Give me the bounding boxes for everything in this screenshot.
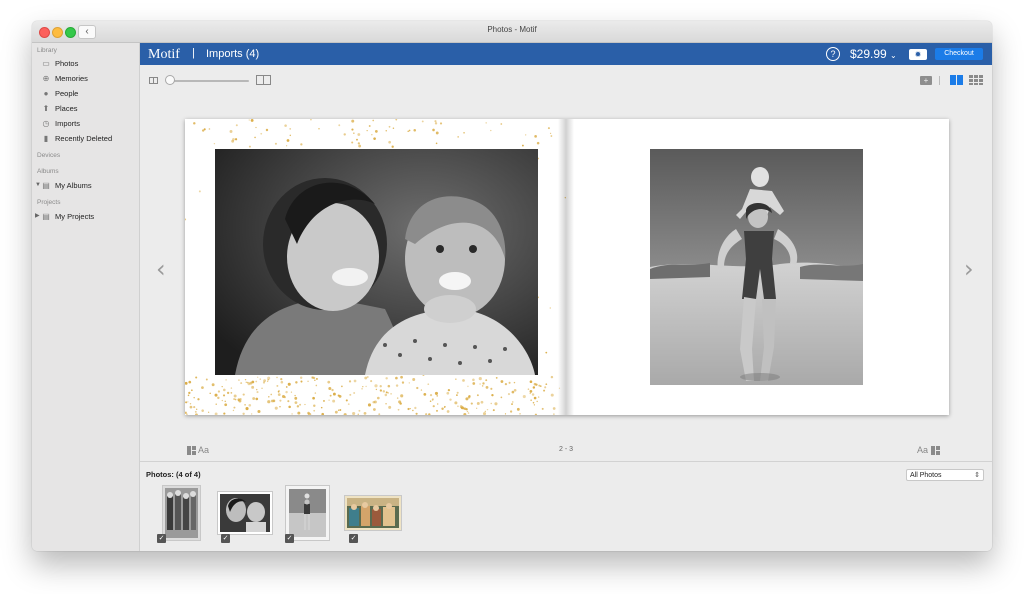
photo-thumbnail-1[interactable] [163, 486, 200, 540]
people-icon: ● [43, 89, 49, 98]
photo-thumbnail-4[interactable] [345, 496, 401, 530]
sidebar-item-memories[interactable]: ⊕ Memories [41, 72, 137, 85]
sidebar-item-recently-deleted[interactable]: ▮ Recently Deleted [41, 132, 137, 145]
layout-icon[interactable] [187, 446, 196, 456]
text-tool-button[interactable]: Aa [198, 445, 209, 455]
memories-icon: ⊕ [42, 74, 50, 83]
zoom-slider-track[interactable] [167, 80, 249, 82]
sidebar-item-people[interactable]: ● People [41, 87, 137, 100]
photo-thumbnail-3[interactable] [286, 486, 329, 540]
previous-page-arrow-icon[interactable]: ‹ [156, 255, 166, 283]
help-button[interactable]: ? [826, 47, 840, 61]
woman-on-beach-image [650, 149, 863, 385]
chevron-down-icon: ⌄ [890, 51, 897, 60]
places-icon: ⬆ [42, 104, 50, 113]
window-title: Photos - Motif [487, 25, 537, 34]
add-page-icon[interactable]: + [920, 76, 932, 85]
zoom-in-page-icon[interactable] [256, 75, 271, 85]
beach-photo[interactable] [650, 149, 863, 385]
mother-and-baby-photo[interactable] [215, 149, 538, 375]
book-canvas: ‹ › Aa 2 - 3 Aa [140, 95, 992, 461]
checkout-button[interactable]: Checkout [935, 48, 983, 60]
sidebar-header-devices: Devices [37, 152, 61, 159]
sidebar-item-label: My Albums [55, 181, 92, 190]
folder-icon: ▤ [42, 212, 50, 221]
grid-view-icon[interactable] [969, 75, 983, 85]
photo-filter-select[interactable]: All Photos ⇕ [906, 469, 984, 481]
price-dropdown[interactable]: $29.99 ⌄ [850, 47, 897, 61]
sidebar-item-label: Places [55, 104, 78, 113]
left-page-tools: Aa [187, 445, 209, 456]
left-page[interactable] [185, 119, 566, 415]
sidebar-item-places[interactable]: ⬆ Places [41, 102, 137, 115]
imports-icon: ◷ [42, 119, 50, 128]
sidebar-item-photos[interactable]: ▭ Photos [41, 57, 137, 70]
right-page-tools: Aa [917, 445, 940, 456]
sidebar-item-my-albums[interactable]: ▼ ▤ My Albums [35, 179, 137, 192]
right-page[interactable] [574, 119, 949, 415]
gear-icon: ✹ [914, 50, 922, 59]
text-tool-button[interactable]: Aa [917, 445, 928, 455]
group-photo-image [163, 486, 200, 540]
photos-panel: Photos: (4 of 4) All Photos ⇕ ✓ ✓ ✓ ✓ [140, 461, 992, 551]
photos-icon: ▭ [42, 59, 50, 68]
layout-icon[interactable] [930, 446, 940, 456]
folder-icon: ▤ [42, 181, 50, 190]
sidebar-item-label: Memories [55, 74, 88, 83]
spread-view-icon[interactable] [950, 75, 964, 85]
trash-icon: ▮ [43, 134, 49, 143]
zoom-out-page-icon[interactable] [149, 77, 158, 84]
mother-and-baby-image [215, 149, 538, 375]
book-spread [185, 119, 949, 415]
sidebar-header-albums: Albums [37, 168, 59, 175]
sidebar-item-label: My Projects [55, 212, 95, 221]
sidebar-item-label: Recently Deleted [55, 134, 113, 143]
app-window: ‹ Photos - Motif Library ▭ Photos ⊕ Memori… [32, 21, 992, 551]
photo-thumbnail-2[interactable] [218, 492, 272, 534]
sidebar-item-label: Imports [55, 119, 81, 128]
settings-button[interactable]: ✹ [909, 49, 927, 60]
book-toolbar: + [140, 65, 992, 95]
sidebar-item-label: Photos [55, 59, 79, 68]
filter-value: All Photos [910, 472, 942, 479]
family-color-thumb-image [345, 496, 401, 530]
mother-and-baby-thumb-image [218, 492, 272, 534]
sidebar-item-my-projects[interactable]: ▶ ▤ My Projects [35, 210, 137, 223]
zoom-slider-knob[interactable] [165, 75, 175, 85]
sidebar: Library ▭ Photos ⊕ Memories ● People ⬆ Place… [32, 43, 140, 551]
price-label: $29.99 [850, 47, 887, 61]
disclosure-closed-icon[interactable]: ▶ [35, 210, 40, 223]
checkbox-icon[interactable]: ✓ [157, 534, 166, 543]
beach-thumb-image [286, 486, 329, 540]
checkbox-icon[interactable]: ✓ [221, 534, 230, 543]
toolbar-divider [939, 76, 940, 85]
disclosure-open-icon[interactable]: ▼ [35, 179, 41, 192]
motif-header-bar: Motif | Imports (4) ? $29.99 ⌄ ✹ Checkou… [140, 43, 992, 65]
title-bar: ‹ Photos - Motif [32, 21, 992, 43]
section-title: Imports (4) [206, 48, 260, 60]
photos-count-label: Photos: (4 of 4) [146, 470, 201, 479]
header-separator: | [192, 47, 195, 59]
sidebar-item-label: People [55, 89, 79, 98]
checkbox-icon[interactable]: ✓ [349, 534, 358, 543]
sidebar-header-library: Library [37, 47, 57, 54]
sidebar-item-imports[interactable]: ◷ Imports [41, 117, 137, 130]
checkbox-icon[interactable]: ✓ [285, 534, 294, 543]
motif-logo: Motif [148, 47, 180, 62]
page-number: 2 - 3 [558, 446, 573, 453]
next-page-arrow-icon[interactable]: › [964, 255, 974, 283]
book-spine [558, 119, 574, 415]
sidebar-header-projects: Projects [37, 199, 61, 206]
updown-chevron-icon: ⇕ [974, 472, 980, 479]
